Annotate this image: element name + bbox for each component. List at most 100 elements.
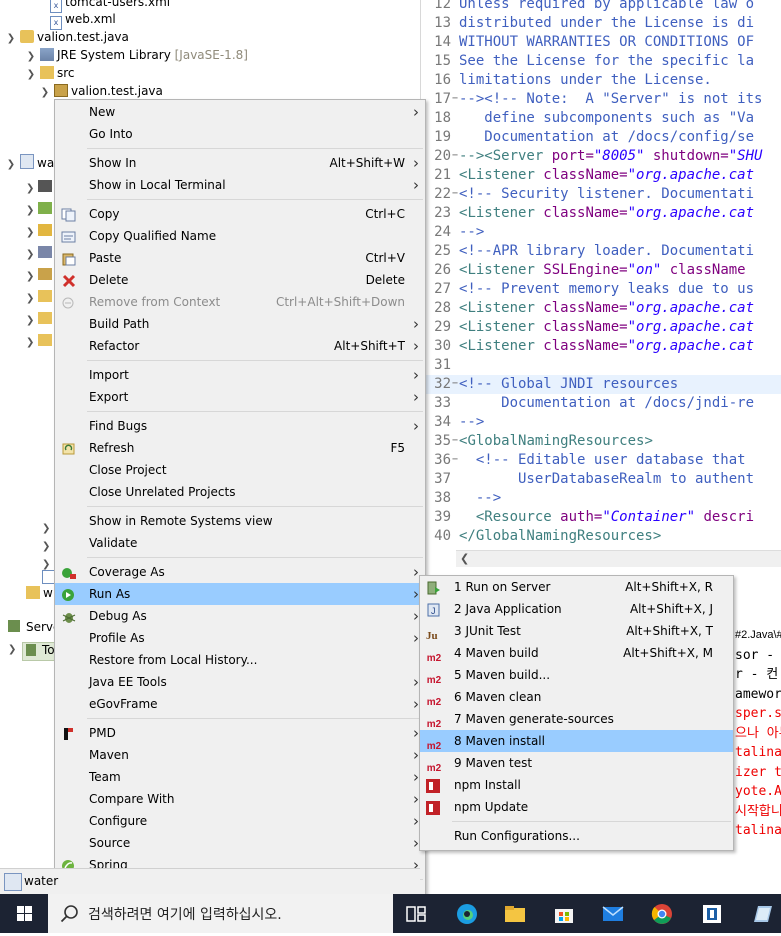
code-line[interactable]: <Listener className="org.apache.cat — [459, 337, 754, 356]
code-line[interactable]: <Listener className="org.apache.cat — [459, 204, 754, 223]
start-button[interactable] — [0, 894, 48, 933]
chrome-icon[interactable] — [650, 902, 674, 926]
chevron-down-icon[interactable]: ❯ — [40, 84, 50, 102]
task-view-icon[interactable] — [404, 902, 428, 926]
tree-item-partial-w[interactable]: w — [22, 584, 53, 602]
menu-item-close-unrelated-projects[interactable]: Close Unrelated Projects — [55, 481, 425, 503]
code-line[interactable]: --> — [459, 223, 484, 242]
chevron-down-icon[interactable]: ❯ — [6, 156, 16, 174]
code-line[interactable]: <!-- Security listener. Documentati — [459, 185, 754, 204]
code-line[interactable]: UserDatabaseRealm to authent — [459, 470, 754, 489]
code-line[interactable]: define subcomponents such as "Va — [459, 109, 754, 128]
tree-item-web-xml[interactable]: x web.xml — [46, 10, 116, 30]
run-as-item-5-maven-build[interactable]: m2 5 Maven build... — [420, 664, 733, 686]
taskbar-search-box[interactable]: 검색하려면 여기에 입력하십시오. — [48, 894, 393, 933]
app-icon[interactable] — [700, 902, 724, 926]
menu-item-find-bugs[interactable]: Find Bugs › — [55, 415, 425, 437]
menu-item-restore-from-local-history[interactable]: Restore from Local History... — [55, 649, 425, 671]
menu-item-profile-as[interactable]: Profile As › — [55, 627, 425, 649]
menu-item-export[interactable]: Export › — [55, 386, 425, 408]
run-as-item-3-junit-test[interactable]: Ju 3 JUnit Test Alt+Shift+X, T — [420, 620, 733, 642]
menu-item-debug-as[interactable]: Debug As › — [55, 605, 425, 627]
menu-item-new[interactable]: New › — [55, 101, 425, 123]
code-line[interactable]: --> — [459, 489, 501, 508]
code-line[interactable]: Documentation at /docs/jndi-re — [459, 394, 754, 413]
servers-tree-item[interactable]: ❯ To — [8, 642, 60, 661]
menu-item-refactor[interactable]: Refactor Alt+Shift+T › — [55, 335, 425, 357]
code-line[interactable]: --><!-- Note: A "Server" is not its — [459, 90, 762, 109]
run-as-item-9-maven-test[interactable]: m2 9 Maven test — [420, 752, 733, 774]
code-line[interactable]: See the License for the specific la — [459, 52, 754, 71]
edge-browser-icon[interactable] — [455, 902, 479, 926]
menu-item-go-into[interactable]: Go Into — [55, 123, 425, 145]
menu-item-paste[interactable]: Paste Ctrl+V — [55, 247, 425, 269]
code-line[interactable]: </GlobalNamingResources> — [459, 527, 661, 546]
eclipse-window-icon[interactable] — [750, 902, 774, 926]
menu-item-delete[interactable]: Delete Delete — [55, 269, 425, 291]
run-as-item-4-maven-build[interactable]: m2 4 Maven build Alt+Shift+X, M — [420, 642, 733, 664]
store-icon[interactable] — [552, 902, 576, 926]
menu-item-coverage-as[interactable]: Coverage As › — [55, 561, 425, 583]
code-line[interactable]: <Listener SSLEngine="on" className — [459, 261, 746, 280]
tree-item-partial-wa[interactable]: ❯ wa — [6, 154, 54, 172]
code-line[interactable]: --><Server port="8005" shutdown="SHU — [459, 147, 762, 166]
run-as-item-8-maven-install[interactable]: m2 8 Maven install — [420, 730, 733, 752]
menu-item-build-path[interactable]: Build Path › — [55, 313, 425, 335]
file-explorer-icon[interactable] — [503, 902, 527, 926]
chevron-down-icon[interactable]: ❯ — [6, 30, 16, 48]
code-line[interactable]: <!-- Prevent memory leaks due to us — [459, 280, 754, 299]
tree-item-project-valion[interactable]: ❯ valion.test.java — [6, 28, 129, 46]
menu-item-egovframe[interactable]: eGovFrame › — [55, 693, 425, 715]
code-line[interactable]: Unless required by applicable law o — [459, 0, 754, 14]
menu-item-show-in-local-terminal[interactable]: Show in Local Terminal › — [55, 174, 425, 196]
run-as-item-1-run-on-server[interactable]: 1 Run on Server Alt+Shift+X, R — [420, 576, 733, 598]
code-line[interactable]: <Listener className="org.apache.cat — [459, 318, 754, 337]
tree-item-jre-library[interactable]: ❯ JRE System Library [JavaSE-1.8] — [26, 46, 248, 64]
code-line[interactable]: <Listener className="org.apache.cat — [459, 299, 754, 318]
servers-view-tab[interactable]: Serve — [0, 617, 60, 637]
run-as-item-7-maven-generate-sources[interactable]: m2 7 Maven generate-sources — [420, 708, 733, 730]
menu-item-source[interactable]: Source › — [55, 832, 425, 854]
menu-item-close-project[interactable]: Close Project — [55, 459, 425, 481]
menu-item-label: 7 Maven generate-sources — [454, 712, 614, 726]
menu-item-maven[interactable]: Maven › — [55, 744, 425, 766]
code-line[interactable]: --> — [459, 413, 484, 432]
menu-item-run-as[interactable]: Run As › — [55, 583, 425, 605]
code-line[interactable]: <!-- Editable user database that — [459, 451, 746, 470]
run-as-item-npm-update[interactable]: npm Update — [420, 796, 733, 818]
menu-item-copy[interactable]: Copy Ctrl+C — [55, 203, 425, 225]
menu-item-configure[interactable]: Configure › — [55, 810, 425, 832]
code-line[interactable]: <!--APR library loader. Documentati — [459, 242, 754, 261]
code-line[interactable]: WITHOUT WARRANTIES OR CONDITIONS OF — [459, 33, 754, 52]
menu-item-team[interactable]: Team › — [55, 766, 425, 788]
menu-item-pmd[interactable]: PMD › — [55, 722, 425, 744]
menu-item-refresh[interactable]: Refresh F5 — [55, 437, 425, 459]
menu-item-compare-with[interactable]: Compare With › — [55, 788, 425, 810]
code-line[interactable]: Documentation at /docs/config/se — [459, 128, 754, 147]
menu-item-remove-from-context[interactable]: Remove from Context Ctrl+Alt+Shift+Down — [55, 291, 425, 313]
menu-item-show-in[interactable]: Show In Alt+Shift+W › — [55, 152, 425, 174]
xml-editor[interactable]: 12 Unless required by applicable law o 13 d… — [420, 0, 781, 570]
code-line[interactable]: <Listener className="org.apache.cat — [459, 166, 754, 185]
run-as-item-2-java-application[interactable]: J 2 Java Application Alt+Shift+X, J — [420, 598, 733, 620]
menu-item-copy-qualified-name[interactable]: Copy Qualified Name — [55, 225, 425, 247]
code-line[interactable]: <Resource auth="Container" descri — [459, 508, 754, 527]
editor-horizontal-scrollbar[interactable]: ❮ — [456, 550, 781, 567]
tree-item-src[interactable]: ❯ src — [26, 64, 75, 82]
code-line[interactable]: <!-- Global JNDI resources — [459, 375, 678, 394]
run-as-item-6-maven-clean[interactable]: m2 6 Maven clean — [420, 686, 733, 708]
chevron-right-icon[interactable]: ❯ — [8, 644, 16, 655]
menu-item-show-in-remote-systems-view[interactable]: Show in Remote Systems view — [55, 510, 425, 532]
menu-item-validate[interactable]: Validate — [55, 532, 425, 554]
menu-item-java-ee-tools[interactable]: Java EE Tools › — [55, 671, 425, 693]
tree-item-package[interactable]: ❯ valion.test.java — [40, 82, 163, 100]
scroll-left-icon[interactable]: ❮ — [460, 552, 469, 565]
chevron-down-icon[interactable]: ❯ — [26, 66, 36, 84]
run-as-item-npm-install[interactable]: npm Install — [420, 774, 733, 796]
code-line[interactable]: limitations under the License. — [459, 71, 712, 90]
mail-icon[interactable] — [601, 902, 625, 926]
run-as-item-run-configurations[interactable]: Run Configurations... — [420, 825, 733, 847]
code-line[interactable]: <GlobalNamingResources> — [459, 432, 653, 451]
code-line[interactable]: distributed under the License is di — [459, 14, 754, 33]
menu-item-import[interactable]: Import › — [55, 364, 425, 386]
